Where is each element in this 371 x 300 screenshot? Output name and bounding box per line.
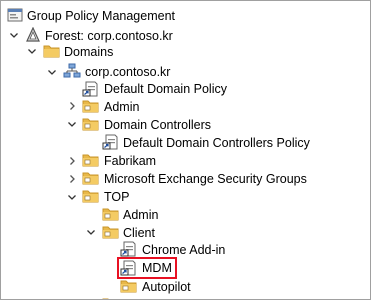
ou-folder-icon	[82, 98, 100, 114]
ou-folder-icon	[82, 170, 100, 186]
chevron-down-icon[interactable]	[84, 225, 98, 239]
chevron-down-icon[interactable]	[45, 65, 59, 79]
client-label[interactable]: Client	[123, 225, 155, 241]
ou-folder-icon	[120, 278, 138, 294]
top-admin-label[interactable]: Admin	[123, 207, 158, 223]
chrome-addin-label[interactable]: Chrome Add-in	[142, 242, 225, 258]
default-domain-policy-label[interactable]: Default Domain Policy	[104, 81, 227, 97]
gpo-link-icon	[82, 81, 100, 97]
tree-root-label[interactable]: Group Policy Management	[27, 8, 175, 24]
chevron-down-icon[interactable]	[7, 28, 21, 42]
ou-folder-icon	[82, 116, 100, 132]
chevron-down-icon[interactable]	[25, 44, 39, 58]
ou-folder-icon	[102, 296, 120, 299]
ou-folder-icon	[102, 206, 120, 222]
gpm-tree-pane: Group Policy Management Forest: corp.con…	[0, 0, 371, 300]
admin-label[interactable]: Admin	[104, 99, 139, 115]
forest-icon	[25, 26, 43, 43]
chevron-right-icon[interactable]	[65, 99, 79, 113]
ou-folder-icon	[102, 224, 120, 240]
exchange-groups-label[interactable]: Microsoft Exchange Security Groups	[104, 171, 307, 187]
ou-folder-icon	[82, 152, 100, 168]
domain-label[interactable]: corp.contoso.kr	[85, 64, 170, 80]
gpo-link-icon	[120, 260, 138, 276]
ou-folder-icon	[82, 188, 100, 204]
autopilot-label[interactable]: Autopilot	[142, 279, 191, 295]
forest-label[interactable]: Forest: corp.contoso.kr	[45, 28, 173, 44]
chevron-down-icon[interactable]	[65, 190, 79, 204]
gpo-link-icon	[102, 134, 120, 150]
chevron-right-icon[interactable]	[65, 172, 79, 186]
folder-icon	[43, 43, 61, 59]
domains-label[interactable]: Domains	[64, 44, 113, 60]
chevron-right-icon[interactable]	[65, 154, 79, 168]
domain-controllers-label[interactable]: Domain Controllers	[104, 117, 211, 133]
top-label[interactable]: TOP	[104, 189, 129, 205]
gpo-link-icon	[120, 241, 138, 257]
mdm-label[interactable]: MDM	[142, 260, 172, 276]
chevron-down-icon[interactable]	[65, 117, 79, 131]
gpm-console-icon	[7, 7, 25, 23]
default-dc-policy-label[interactable]: Default Domain Controllers Policy	[123, 135, 310, 151]
fabrikam-label[interactable]: Fabrikam	[104, 153, 156, 169]
domain-icon	[63, 63, 81, 79]
